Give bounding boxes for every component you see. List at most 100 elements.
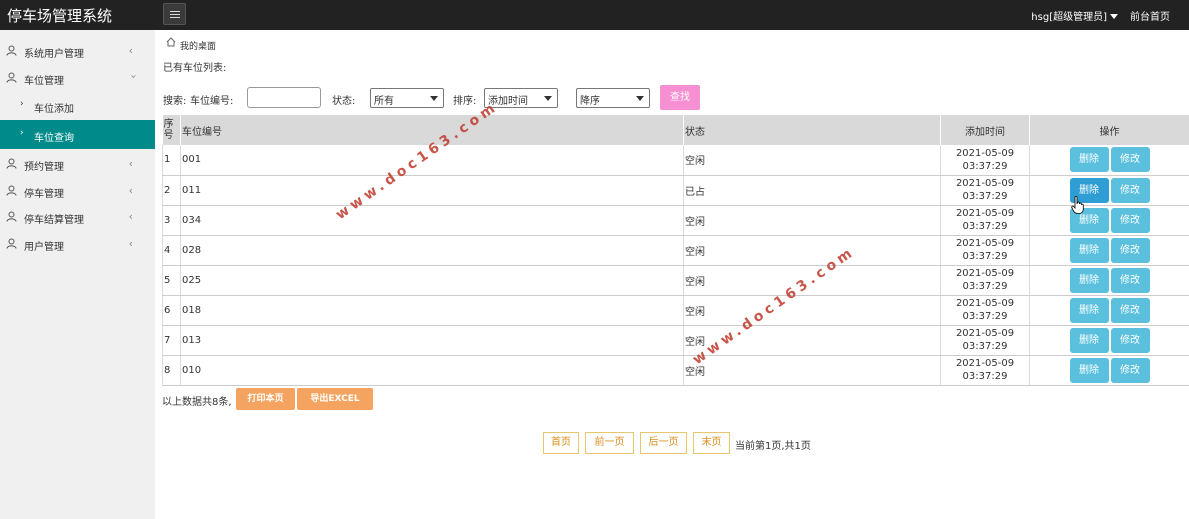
hamburger-icon bbox=[170, 11, 180, 12]
search-button[interactable]: 查找 bbox=[660, 85, 700, 110]
edit-button[interactable]: 修改 bbox=[1110, 237, 1150, 263]
edit-button[interactable]: 修改 bbox=[1110, 267, 1150, 293]
dropdown-arrow-icon bbox=[636, 96, 644, 101]
cell-no: 2 bbox=[162, 175, 181, 206]
edit-button[interactable]: 修改 bbox=[1110, 297, 1150, 323]
user-dropdown[interactable]: hsg[超级管理员] bbox=[1031, 8, 1118, 23]
user-icon bbox=[6, 45, 17, 56]
cell-status: 空闲 bbox=[683, 145, 941, 176]
pager-first[interactable]: 首页 bbox=[543, 432, 579, 454]
sidebar-item-label: 预约管理 bbox=[24, 162, 64, 173]
edit-button[interactable]: 修改 bbox=[1110, 357, 1150, 383]
cell-time: 2021-05-09 03:37:29 bbox=[940, 235, 1030, 266]
breadcrumb[interactable]: 我的桌面 bbox=[180, 39, 216, 52]
delete-button[interactable]: 删除 bbox=[1069, 297, 1109, 323]
status-label: 状态: bbox=[332, 96, 356, 107]
sidebar-item-users[interactable]: 用户管理 ‹ bbox=[0, 231, 155, 257]
pager-prev[interactable]: 前一页 bbox=[585, 432, 634, 454]
table-row: 3 034 空闲 2021-05-09 03:37:29 删除 修改 bbox=[162, 205, 1189, 236]
sidebar-item-label: 停车管理 bbox=[24, 189, 64, 200]
cell-time: 2021-05-09 03:37:29 bbox=[940, 325, 1030, 356]
user-icon bbox=[6, 211, 17, 222]
cell-ops: 删除 修改 bbox=[1029, 205, 1189, 236]
menu-toggle-button[interactable] bbox=[163, 3, 186, 25]
cell-status: 空闲 bbox=[683, 355, 941, 386]
cell-no: 3 bbox=[162, 205, 181, 236]
frontend-home-link[interactable]: 前台首页 bbox=[1130, 8, 1170, 23]
print-page-button[interactable]: 打印本页 bbox=[236, 388, 295, 410]
cell-no: 6 bbox=[162, 295, 181, 326]
sort-order-select[interactable]: 降序 bbox=[576, 88, 650, 108]
pager-next[interactable]: 后一页 bbox=[640, 432, 687, 454]
chevron-right-icon: › bbox=[20, 99, 24, 109]
pager-last[interactable]: 末页 bbox=[693, 432, 730, 454]
cell-status: 空闲 bbox=[683, 235, 941, 266]
cell-code: 028 bbox=[180, 235, 684, 266]
cell-no: 4 bbox=[162, 235, 181, 266]
table-row: 1 001 空闲 2021-05-09 03:37:29 删除 修改 bbox=[162, 145, 1189, 176]
sidebar-subitem-query-space[interactable]: › 车位查询 bbox=[0, 120, 155, 149]
table-row: 8 010 空闲 2021-05-09 03:37:29 删除 修改 bbox=[162, 355, 1189, 386]
edit-button[interactable]: 修改 bbox=[1110, 147, 1150, 173]
sidebar: 系统用户管理 ‹ 车位管理 ‹ › 车位添加 › 车位查询 预约管理 ‹ 停车管… bbox=[0, 30, 155, 519]
sidebar-subitem-label: 车位添加 bbox=[34, 104, 74, 115]
sidebar-item-parking[interactable]: 停车管理 ‹ bbox=[0, 178, 155, 204]
edit-button[interactable]: 修改 bbox=[1110, 207, 1150, 233]
chevron-left-icon: ‹ bbox=[128, 237, 133, 250]
dropdown-arrow-icon bbox=[544, 96, 552, 101]
cell-ops: 删除 修改 bbox=[1029, 235, 1189, 266]
chevron-down-icon: ‹ bbox=[126, 74, 140, 79]
code-label: 车位编号: bbox=[190, 96, 234, 107]
table-row: 7 013 空闲 2021-05-09 03:37:29 删除 修改 bbox=[162, 325, 1189, 356]
code-input[interactable] bbox=[247, 87, 321, 108]
cell-time: 2021-05-09 03:37:29 bbox=[940, 265, 1030, 296]
cell-no: 1 bbox=[162, 145, 181, 176]
cell-time: 2021-05-09 03:37:29 bbox=[940, 205, 1030, 236]
sidebar-item-label: 系统用户管理 bbox=[24, 49, 84, 60]
cell-code: 034 bbox=[180, 205, 684, 236]
sidebar-item-label: 用户管理 bbox=[24, 242, 64, 253]
edit-button[interactable]: 修改 bbox=[1110, 177, 1150, 203]
cell-status: 空闲 bbox=[683, 295, 941, 326]
cell-code: 025 bbox=[180, 265, 684, 296]
chevron-left-icon: ‹ bbox=[128, 44, 133, 57]
sidebar-item-settlement[interactable]: 停车结算管理 ‹ bbox=[0, 204, 155, 230]
cell-code: 018 bbox=[180, 295, 684, 326]
search-form: 搜索: 车位编号: 状态: 所有 排序: 添加时间 降序 查找 bbox=[163, 85, 723, 111]
table-row: 6 018 空闲 2021-05-09 03:37:29 删除 修改 bbox=[162, 295, 1189, 326]
col-header-status: 状态 bbox=[683, 115, 941, 145]
cell-ops: 删除 修改 bbox=[1029, 265, 1189, 296]
app-title: 停车场管理系统 bbox=[7, 7, 113, 25]
user-icon bbox=[6, 185, 17, 196]
status-select[interactable]: 所有 bbox=[370, 88, 444, 108]
delete-button[interactable]: 删除 bbox=[1069, 267, 1109, 293]
delete-button[interactable]: 删除 bbox=[1069, 327, 1109, 353]
page-info: 当前第1页,共1页 bbox=[735, 441, 811, 452]
edit-button[interactable]: 修改 bbox=[1110, 327, 1150, 353]
sidebar-item-system-users[interactable]: 系统用户管理 ‹ bbox=[0, 38, 155, 64]
sidebar-item-reservations[interactable]: 预约管理 ‹ bbox=[0, 151, 155, 177]
parking-space-table: 序号 车位编号 状态 添加时间 操作 1 001 空闲 2021-05-09 03… bbox=[162, 115, 1189, 386]
top-navbar: 停车场管理系统 hsg[超级管理员] 前台首页 bbox=[0, 0, 1189, 30]
dropdown-arrow-icon bbox=[430, 96, 438, 101]
sidebar-item-parking-spaces[interactable]: 车位管理 ‹ bbox=[0, 65, 155, 91]
delete-button[interactable]: 删除 bbox=[1069, 237, 1109, 263]
sidebar-item-label: 车位管理 bbox=[24, 76, 64, 87]
chevron-left-icon: ‹ bbox=[128, 157, 133, 170]
table-header-row: 序号 车位编号 状态 添加时间 操作 bbox=[162, 115, 1189, 145]
cell-status: 空闲 bbox=[683, 205, 941, 236]
table-row: 2 011 已占 2021-05-09 03:37:29 删除 修改 bbox=[162, 175, 1189, 206]
delete-button[interactable]: 删除 bbox=[1069, 357, 1109, 383]
export-excel-button[interactable]: 导出EXCEL bbox=[297, 388, 373, 410]
search-prefix: 搜索: bbox=[163, 96, 187, 107]
chevron-left-icon: ‹ bbox=[128, 210, 133, 223]
caret-down-icon bbox=[1110, 14, 1118, 19]
home-icon bbox=[166, 37, 176, 47]
sidebar-subitem-add-space[interactable]: › 车位添加 bbox=[0, 91, 155, 120]
delete-button[interactable]: 删除 bbox=[1069, 147, 1109, 173]
chevron-right-icon: › bbox=[20, 128, 24, 138]
sidebar-item-label: 停车结算管理 bbox=[24, 215, 84, 226]
cell-no: 8 bbox=[162, 355, 181, 386]
sort-label: 排序: bbox=[453, 96, 477, 107]
cell-ops: 删除 修改 bbox=[1029, 145, 1189, 176]
